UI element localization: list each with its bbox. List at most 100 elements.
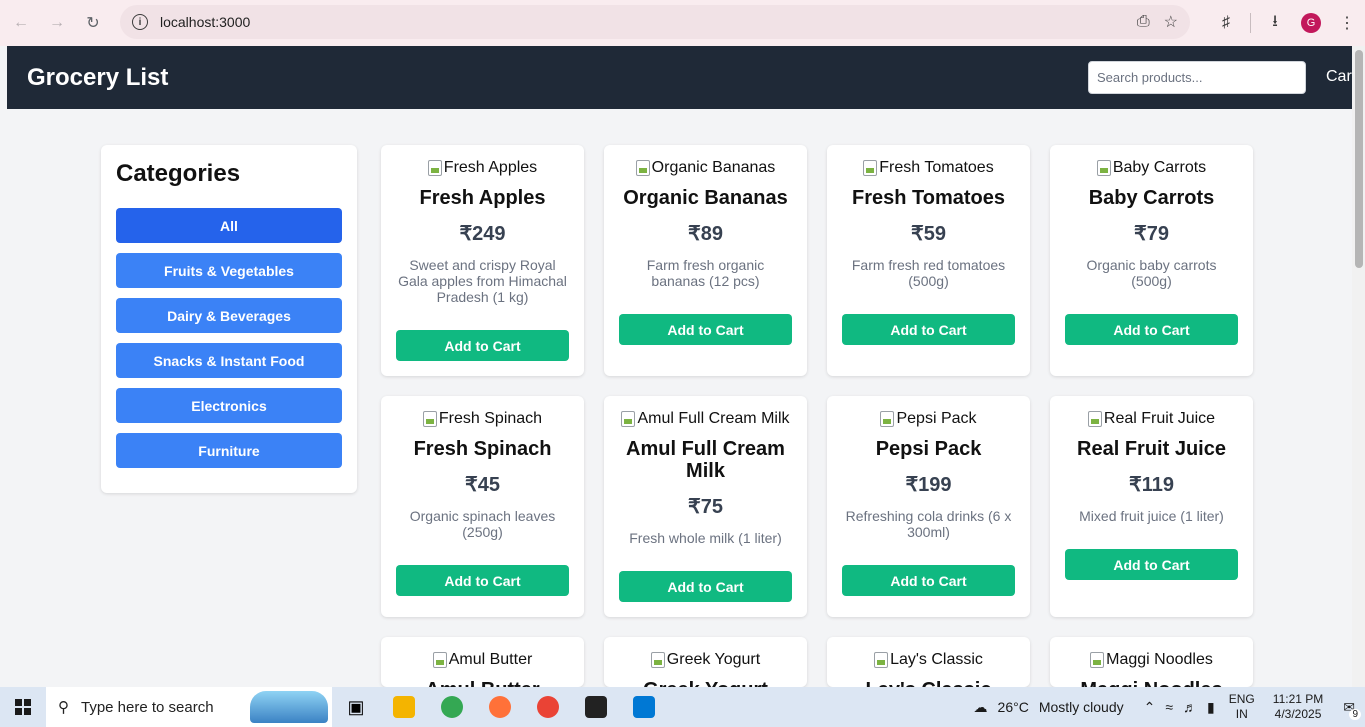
image-alt-text: Pepsi Pack	[896, 410, 977, 427]
clock[interactable]: 11:21 PM 4/3/2025	[1273, 692, 1323, 722]
firefox-icon[interactable]	[476, 687, 524, 727]
image-alt-text: Amul Full Cream Milk	[637, 410, 790, 427]
reload-icon[interactable]: ↻	[75, 5, 111, 41]
search-highlight-image	[250, 691, 328, 723]
notification-icon[interactable]: ✉ 9	[1343, 699, 1361, 720]
downloads-icon[interactable]: ⭳	[1257, 5, 1293, 41]
broken-image-icon	[650, 652, 665, 668]
product-description: Mixed fruit juice (1 liter)	[1079, 508, 1224, 524]
broken-image-icon	[1096, 160, 1111, 176]
system-tray: ☁ 26°C Mostly cloudy ⌃ ≈ ♬ ▮ ENG IN 11:2…	[974, 687, 1365, 727]
windows-logo-icon	[15, 699, 31, 715]
product-description: Refreshing cola drinks (6 x 300ml)	[845, 508, 1012, 540]
product-name: Fresh Tomatoes	[852, 187, 1005, 209]
category-electronics-button[interactable]: Electronics	[116, 388, 342, 423]
address-bar[interactable]: i localhost:3000 ⎙ ☆	[120, 5, 1190, 39]
windows-taskbar: ⚲ Type here to search ▣ ☁ 26°C Mostly cl…	[0, 687, 1365, 727]
product-image: Fresh Tomatoes	[827, 159, 1030, 177]
product-image: Fresh Apples	[381, 159, 584, 177]
add-to-cart-button[interactable]: Add to Cart	[396, 330, 569, 361]
search-input[interactable]	[1088, 61, 1306, 94]
broken-image-icon	[1090, 652, 1105, 668]
terminal-icon[interactable]	[572, 687, 620, 727]
product-price: ₹249	[459, 223, 506, 245]
broken-image-icon	[1087, 411, 1102, 427]
url-text[interactable]: localhost:3000	[160, 14, 250, 30]
add-to-cart-button[interactable]: Add to Cart	[842, 314, 1015, 345]
product-name: Baby Carrots	[1088, 187, 1215, 209]
extensions-icon[interactable]: ♯	[1208, 5, 1244, 41]
product-description: Farm fresh red tomatoes (500g)	[851, 257, 1006, 289]
site-info-icon[interactable]: i	[132, 14, 148, 30]
vscode-icon[interactable]	[620, 687, 668, 727]
taskbar-search-box[interactable]: ⚲ Type here to search	[46, 687, 332, 727]
product-image: Lay's Classic	[827, 651, 1030, 669]
product-card: Fresh Spinach Fresh Spinach ₹45 Organic …	[381, 396, 584, 617]
image-alt-text: Greek Yogurt	[666, 651, 761, 668]
broken-image-icon	[621, 411, 636, 427]
add-to-cart-button[interactable]: Add to Cart	[396, 565, 569, 596]
broken-image-icon	[432, 652, 447, 668]
forward-icon[interactable]: →	[39, 5, 75, 41]
wifi-icon[interactable]: ≈	[1165, 699, 1173, 715]
weather-text[interactable]: Mostly cloudy	[1039, 699, 1124, 715]
volume-icon[interactable]: ♬	[1183, 699, 1197, 715]
product-card: Lay's Classic Lay's Classic	[827, 637, 1030, 687]
product-price: ₹45	[465, 474, 500, 496]
scrollbar-thumb[interactable]	[1355, 50, 1363, 268]
start-button[interactable]	[0, 687, 46, 727]
product-description: Organic spinach leaves (250g)	[409, 508, 556, 540]
add-to-cart-button[interactable]: Add to Cart	[1065, 314, 1238, 345]
image-alt-text: Organic Bananas	[651, 159, 776, 176]
chrome-profile-icon[interactable]	[524, 687, 572, 727]
category-dairy-beverages-button[interactable]: Dairy & Beverages	[116, 298, 342, 333]
clock-date: 4/3/2025	[1274, 707, 1322, 721]
product-image: Maggi Noodles	[1050, 651, 1253, 669]
chrome-icon[interactable]	[428, 687, 476, 727]
task-view-icon[interactable]: ▣	[332, 687, 380, 727]
file-explorer-icon[interactable]	[380, 687, 428, 727]
search-icon: ⚲	[58, 699, 69, 716]
categories-sidebar: Categories All Fruits & Vegetables Dairy…	[101, 145, 357, 493]
product-name: Fresh Spinach	[413, 438, 552, 460]
product-card: Maggi Noodles Maggi Noodles	[1050, 637, 1253, 687]
product-name: Maggi Noodles	[1058, 679, 1245, 687]
weather-cloud-icon[interactable]: ☁	[974, 699, 988, 716]
product-card: Amul Full Cream Milk Amul Full Cream Mil…	[604, 396, 807, 617]
language-indicator[interactable]: ENG IN	[1229, 692, 1255, 722]
product-price: ₹75	[688, 496, 723, 518]
install-app-icon[interactable]: ⎙	[1137, 13, 1150, 31]
product-description: Farm fresh organic bananas (12 pcs)	[646, 257, 765, 289]
battery-icon[interactable]: ▮	[1207, 699, 1215, 716]
add-to-cart-button[interactable]: Add to Cart	[842, 565, 1015, 596]
add-to-cart-button[interactable]: Add to Cart	[619, 571, 792, 602]
page-title: Grocery List	[27, 64, 169, 91]
profile-initial: G	[1301, 13, 1321, 33]
notification-count: 9	[1349, 708, 1361, 720]
add-to-cart-button[interactable]: Add to Cart	[1065, 549, 1238, 580]
profile-avatar[interactable]: G	[1293, 5, 1329, 41]
add-to-cart-button[interactable]: Add to Cart	[619, 314, 792, 345]
product-card: Real Fruit Juice Real Fruit Juice ₹119 M…	[1050, 396, 1253, 617]
product-name: Real Fruit Juice	[1077, 438, 1226, 460]
category-all-button[interactable]: All	[116, 208, 342, 243]
category-snacks-button[interactable]: Snacks & Instant Food	[116, 343, 342, 378]
category-furniture-button[interactable]: Furniture	[116, 433, 342, 468]
broken-image-icon	[422, 411, 437, 427]
language-code: ENG	[1228, 692, 1255, 706]
chevron-up-icon[interactable]: ⌃	[1144, 699, 1156, 716]
category-fruits-vegetables-button[interactable]: Fruits & Vegetables	[116, 253, 342, 288]
product-card: Fresh Apples Fresh Apples ₹249 Sweet and…	[381, 145, 584, 376]
back-icon[interactable]: ←	[3, 5, 39, 41]
product-name: Pepsi Pack	[875, 438, 982, 460]
menu-kebab-icon[interactable]: ⋮	[1329, 5, 1365, 41]
product-description: Sweet and crispy Royal Gala apples from …	[398, 257, 567, 305]
broken-image-icon	[874, 652, 889, 668]
broken-image-icon	[880, 411, 895, 427]
product-name: Fresh Apples	[419, 187, 546, 209]
bookmark-star-icon[interactable]: ☆	[1164, 12, 1178, 32]
browser-toolbar: ← → ↻ i localhost:3000 ⎙ ☆ ♯ ⭳ G ⋮	[0, 0, 1365, 46]
weather-temp[interactable]: 26°C	[998, 699, 1029, 715]
page-scrollbar[interactable]	[1352, 46, 1365, 687]
image-alt-text: Baby Carrots	[1112, 159, 1207, 176]
